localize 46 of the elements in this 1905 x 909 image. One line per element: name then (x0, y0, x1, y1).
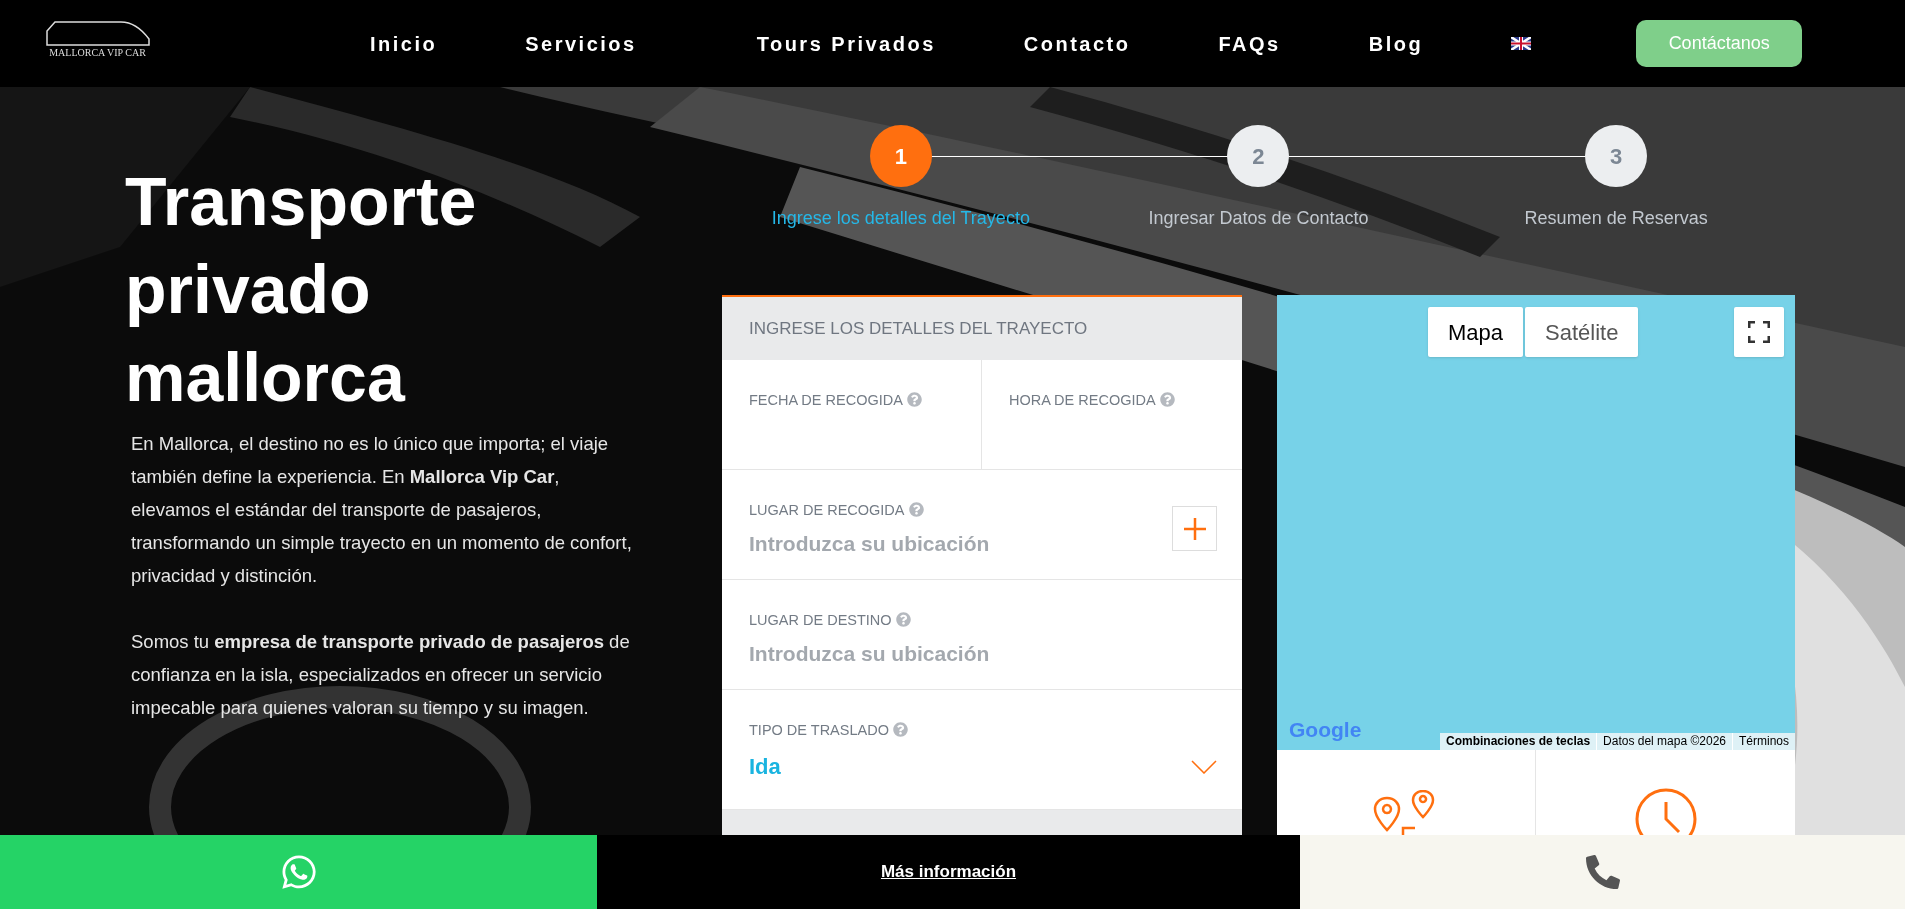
whatsapp-icon (279, 853, 318, 891)
phone-button[interactable] (1300, 835, 1905, 909)
nav-link[interactable]: Inicio (370, 28, 438, 59)
google-logo: Google (1289, 716, 1362, 743)
map-type-button[interactable]: Mapa (1428, 307, 1524, 357)
nav-link[interactable]: Servicios (525, 28, 637, 59)
help-icon[interactable] (908, 502, 924, 517)
fullscreen-button[interactable] (1734, 307, 1784, 357)
form-title: INGRESE LOS DETALLES DEL TRAYECTO (749, 317, 1088, 340)
nav-link[interactable]: Blog (1368, 28, 1424, 59)
field-label: LUGAR DE DESTINO (749, 612, 892, 628)
step-label: Ingresar Datos de Contacto (1148, 207, 1369, 230)
nav-link[interactable]: Contacto (1023, 28, 1131, 59)
field-label: HORA DE RECOGIDA (1009, 392, 1156, 408)
nav-link[interactable]: FAQs (1218, 28, 1281, 59)
hero-paragraph: En Mallorca, el destino no es lo único que importa; el viaje también define la experiencia. En Mallorca Vip Car, elevamos el estándar del transporte de pasajeros, transformando un simple trayecto en un momento de confort, privacidad y distinción. (131, 432, 633, 588)
logo[interactable]: MALLORCA VIP CAR (40, 18, 155, 69)
location-input[interactable]: Introduzca su ubicación (749, 528, 1149, 560)
nav-link[interactable]: Tours Privados (756, 28, 936, 59)
map-type-button[interactable]: Satélite (1525, 307, 1639, 357)
step-label: Resumen de Reservas (1524, 207, 1708, 230)
plus-icon (1182, 516, 1207, 541)
map-area[interactable]: Mapa Satélite Google Combinaciones de teclas Datos del mapa ©2026 Términos (1277, 295, 1795, 750)
hero-paragraph: Somos tu empresa de transporte privado de pasajeros de confianza en la isla, especializados en ofrecer un servicio impecable para quienes valoran su tiempo y su imagen. (131, 630, 631, 720)
help-icon[interactable] (906, 392, 922, 407)
phone-icon (1585, 855, 1620, 889)
hero-title: Transporte privado mallorca (125, 162, 478, 417)
help-icon[interactable] (892, 722, 908, 737)
uk-flag-icon[interactable] (1511, 37, 1532, 50)
location-input[interactable]: Introduzca su ubicación (749, 638, 1149, 670)
clock-icon (1634, 788, 1697, 835)
whatsapp-button[interactable] (0, 835, 597, 909)
input-field[interactable]: FECHA DE RECOGIDA (722, 360, 982, 469)
more-info-link[interactable]: Más información (880, 859, 1017, 885)
field-label: LUGAR DE RECOGIDA (749, 502, 905, 518)
field-label: FECHA DE RECOGIDA (749, 392, 903, 408)
fullscreen-icon (1748, 321, 1770, 343)
field-label: TIPO DE TRASLADO (749, 722, 889, 738)
step-label: Ingrese los detalles del Trayecto (771, 207, 1030, 230)
help-icon[interactable] (1159, 392, 1175, 407)
add-stop-button[interactable] (1172, 506, 1217, 551)
help-icon[interactable] (895, 612, 911, 627)
logo-text: MALLORCA VIP CAR (49, 45, 146, 60)
map-attribution-link[interactable]: Combinaciones de teclas (1440, 733, 1597, 750)
input-field[interactable]: HORA DE RECOGIDA (982, 360, 1242, 469)
chevron-down-icon (1191, 759, 1217, 774)
